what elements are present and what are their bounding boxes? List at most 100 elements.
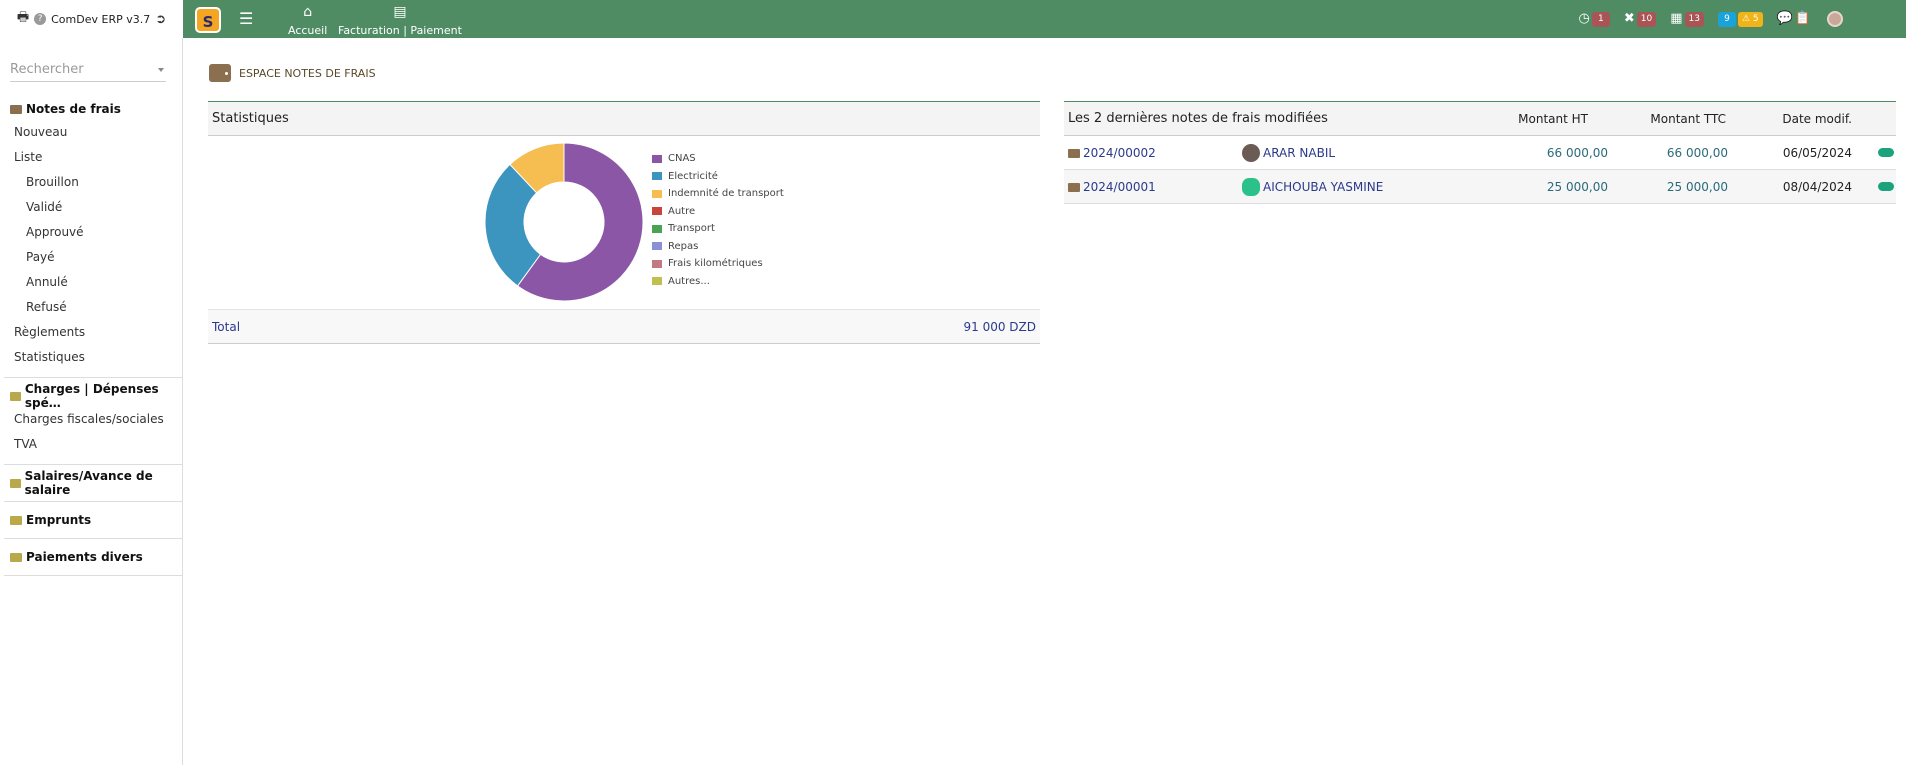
wallet-icon [209, 64, 231, 82]
sidebar-item-statistiques[interactable]: Statistiques [0, 345, 182, 370]
sidebar-section-paiements[interactable]: Paiements divers [0, 546, 182, 568]
wallet-icon [1068, 182, 1080, 192]
nav-home-label: Accueil [288, 24, 328, 37]
section-label: Paiements divers [26, 550, 143, 564]
legend-swatch [652, 259, 662, 268]
status-badge [1878, 182, 1894, 191]
notifications-group[interactable]: 9 ⚠ 5 [1717, 11, 1763, 27]
calendar-icon: ▦ [1670, 11, 1683, 26]
divider [4, 575, 182, 576]
legend-item: CNAS [652, 150, 784, 168]
note-ref: 2024/00002 [1083, 146, 1156, 160]
legend-swatch [652, 242, 662, 251]
tools-icon: ✖ [1623, 11, 1635, 26]
date-modif: 06/05/2024 [1782, 146, 1852, 160]
messages-group[interactable]: 💬 📋 [1777, 11, 1811, 27]
chart-legend: CNAS Electricité Indemnité de transport Aut… [652, 150, 784, 290]
topbar-tools: ◷ 1 ✖ 10 ▦ 13 9 ⚠ 5 💬 📋 [1569, 11, 1843, 27]
chevron-down-icon [158, 68, 164, 72]
app-logo[interactable]: S [195, 7, 221, 33]
nav-home[interactable]: ⌂ Accueil [288, 4, 327, 37]
user-link[interactable]: ARAR NABIL [1242, 136, 1335, 170]
sidebar-item-annule[interactable]: Annulé [0, 270, 182, 295]
legend-swatch [652, 154, 662, 163]
amount-ttc: 25 000,00 [1666, 180, 1728, 194]
table-row: 2024/00001 AICHOUBA YASMINE 25 000,00 25… [1064, 170, 1896, 204]
divider [4, 538, 182, 539]
sidebar-section-charges[interactable]: Charges | Dépenses spé… [0, 382, 182, 410]
help-icon[interactable]: ? [34, 13, 47, 25]
sidebar-menu: Notes de frais Nouveau Liste Brouillon V… [0, 98, 182, 583]
note-ref-link[interactable]: 2024/00001 [1068, 170, 1156, 204]
legend-item: Autres... [652, 273, 784, 291]
user-name: AICHOUBA YASMINE [1263, 180, 1384, 194]
sidebar-item-brouillon[interactable]: Brouillon [0, 170, 182, 195]
donut-chart [484, 142, 644, 302]
logout-icon[interactable]: ➲ [155, 12, 166, 27]
sidebar-item-valide[interactable]: Validé [0, 195, 182, 220]
sidebar-item-tva[interactable]: TVA [0, 432, 182, 457]
note-ref: 2024/00001 [1083, 180, 1156, 194]
search-placeholder: Rechercher [10, 62, 84, 77]
sidebar-item-charges-fiscales[interactable]: Charges fiscales/sociales [0, 407, 182, 432]
page-title: ESPACE NOTES DE FRAIS [209, 64, 376, 82]
sidebar-item-liste[interactable]: Liste [0, 145, 182, 170]
sidebar-item-paye[interactable]: Payé [0, 245, 182, 270]
section-label: Salaires/Avance de salaire [24, 469, 153, 497]
col-date-modif: Date modif. [1782, 112, 1852, 126]
sidebar-section-salaires[interactable]: Salaires/Avance de salaire [0, 469, 182, 497]
divider [4, 377, 182, 378]
sidebar-item-nouveau[interactable]: Nouveau [0, 120, 182, 145]
legend-label: Indemnité de transport [668, 188, 784, 200]
nav-billing[interactable]: ▤ Facturation | Paiement [338, 4, 462, 43]
note-ref-link[interactable]: 2024/00002 [1068, 136, 1156, 170]
money-icon [10, 515, 22, 525]
legend-label: Autre [668, 205, 696, 217]
info-badge: 9 [1717, 11, 1736, 27]
section-label: Emprunts [26, 513, 92, 527]
last-notes-heading: Les 2 dernières notes de frais modifiées [1068, 111, 1328, 126]
home-icon: ⌂ [303, 4, 313, 20]
legend-item: Electricité [652, 168, 784, 186]
legend-item: Transport [652, 220, 784, 238]
money-icon [10, 391, 21, 401]
legend-label: CNAS [668, 153, 696, 165]
tools-badge: 10 [1636, 11, 1657, 27]
amount-ttc: 66 000,00 [1666, 146, 1728, 160]
tools-group[interactable]: ✖ 10 [1623, 11, 1657, 27]
clipboard-icon[interactable]: 📋 [1795, 11, 1811, 27]
user-avatar[interactable] [1827, 11, 1843, 27]
billing-icon: ▤ [393, 4, 407, 20]
clock-icon: ◷ [1578, 11, 1590, 26]
print-icon[interactable]: 🖶 [17, 8, 29, 30]
legend-label: Frais kilométriques [668, 258, 763, 270]
legend-swatch [652, 189, 662, 198]
total-value: 91 000 DZD [963, 319, 1036, 334]
sidebar-item-approuve[interactable]: Approuvé [0, 220, 182, 245]
sidebar-item-reglements[interactable]: Règlements [0, 320, 182, 345]
sidebar-section-emprunts[interactable]: Emprunts [0, 509, 182, 531]
menu-toggle-icon[interactable]: ☰ [239, 11, 253, 27]
clock-badge: 1 [1591, 11, 1610, 27]
user-name: ARAR NABIL [1263, 146, 1336, 160]
legend-item: Indemnité de transport [652, 185, 784, 203]
calendar-group[interactable]: ▦ 13 [1670, 11, 1704, 27]
search-input[interactable]: Rechercher [10, 62, 166, 82]
sidebar-item-refuse[interactable]: Refusé [0, 295, 182, 320]
last-notes-panel: Les 2 dernières notes de frais modifiées… [1064, 101, 1896, 204]
sidebar: Rechercher Notes de frais Nouveau Liste … [0, 38, 183, 765]
warning-badge: ⚠ 5 [1737, 11, 1763, 27]
money-icon [10, 552, 22, 562]
user-link[interactable]: AICHOUBA YASMINE [1242, 170, 1383, 204]
sidebar-section-notes[interactable]: Notes de frais [0, 98, 182, 120]
wallet-icon [10, 104, 22, 114]
total-label: Total [212, 319, 241, 334]
app-name: ComDev ERP v3.7 [51, 12, 151, 26]
col-montant-ttc: Montant TTC [1650, 112, 1726, 126]
clock-group[interactable]: ◷ 1 [1579, 11, 1610, 27]
chart-area: CNAS Electricité Indemnité de transport Aut… [208, 136, 1040, 310]
legend-item: Repas [652, 238, 784, 256]
legend-label: Repas [668, 240, 699, 252]
wallet-icon [10, 478, 21, 488]
section-label: Charges | Dépenses spé… [24, 382, 159, 410]
